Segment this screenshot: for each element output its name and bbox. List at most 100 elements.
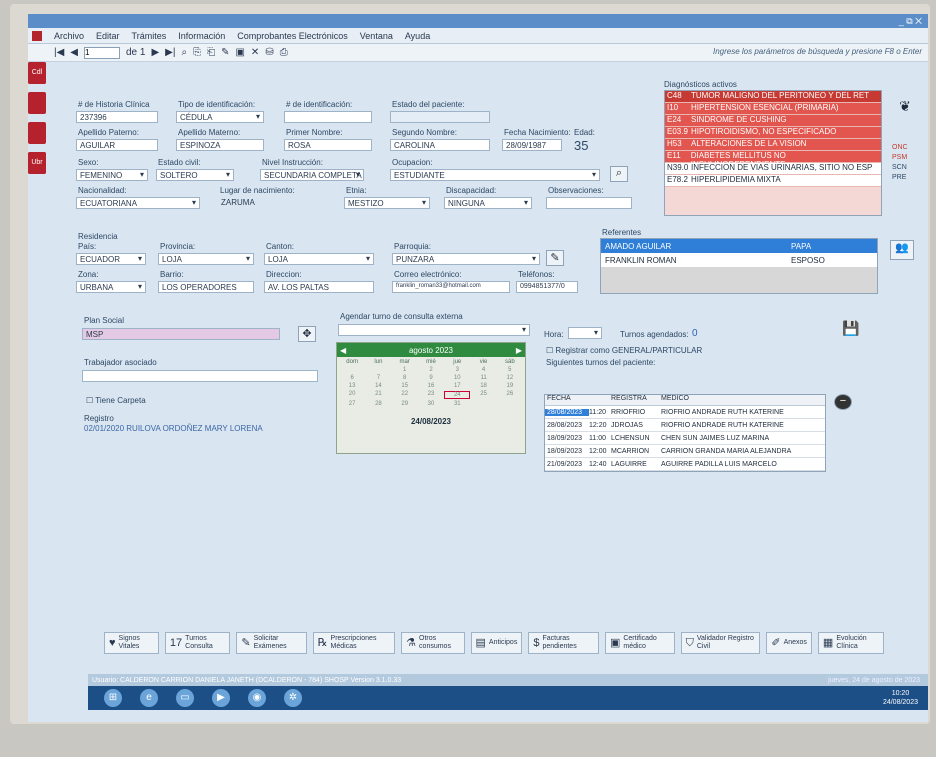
disc-select[interactable]: NINGUNA bbox=[444, 197, 532, 209]
table-row[interactable]: 18/09/2023 12:00 MCARRION CARRION GRANDA MA… bbox=[545, 445, 825, 458]
dx-row[interactable]: I10 HIPERTENSION ESENCIAL (PRIMARIA) bbox=[665, 103, 881, 115]
prescripcion-button[interactable]: ℞ Prescripciones Médicas bbox=[312, 632, 396, 654]
side-tab-2[interactable] bbox=[28, 92, 46, 114]
calendar-day[interactable]: 8 bbox=[392, 375, 418, 381]
num-id-field[interactable] bbox=[284, 111, 372, 123]
start-icon[interactable]: ⊞ bbox=[104, 689, 122, 707]
delete-icon[interactable]: ✕ bbox=[251, 47, 259, 58]
referente-row[interactable]: FRANKLIN ROMAN ESPOSO bbox=[601, 253, 877, 267]
dx-row[interactable]: E24 SINDROME DE CUSHING bbox=[665, 115, 881, 127]
fnac-field[interactable]: 28/09/1987 bbox=[502, 139, 562, 151]
edit-icon[interactable]: ✎ bbox=[221, 47, 229, 58]
calendar-day[interactable]: 30 bbox=[418, 401, 444, 407]
calendar-day[interactable]: 7 bbox=[365, 375, 391, 381]
lugar-field[interactable]: ZARUMA bbox=[218, 197, 314, 209]
anticipos-button[interactable]: ▤ Anticipos bbox=[470, 632, 523, 654]
tel-field[interactable]: 0994851377/0 bbox=[516, 281, 578, 293]
instr-select[interactable]: SECUNDARIA COMPLETA bbox=[260, 169, 364, 181]
menu-editar[interactable]: Editar bbox=[96, 31, 120, 41]
calendar-day[interactable]: 27 bbox=[339, 401, 365, 407]
side-tab-3[interactable] bbox=[28, 122, 46, 144]
calendar-day[interactable]: 24 bbox=[444, 391, 471, 399]
trab-field[interactable] bbox=[82, 370, 318, 382]
dx-row[interactable]: C48 TUMOR MALIGNO DEL PERITONEO Y DEL RET bbox=[665, 91, 881, 103]
window-controls[interactable]: _ ⧉ ✕ bbox=[899, 16, 922, 27]
turnos-table[interactable]: FECHA REGISTRA MEDICO 28/08/2023 11:20 RRI… bbox=[544, 394, 826, 472]
evolucion-button[interactable]: ▦ Evolución Clínica bbox=[817, 632, 884, 654]
calendar-day[interactable]: 3 bbox=[444, 367, 470, 373]
calendar-day[interactable]: 16 bbox=[418, 383, 444, 389]
sexo-select[interactable]: FEMENINO bbox=[76, 169, 148, 181]
dx-row[interactable]: H53 ALTERACIONES DE LA VISION bbox=[665, 139, 881, 151]
pais-select[interactable]: ECUADOR bbox=[76, 253, 146, 265]
general-checkbox[interactable]: ☐ Registrar como GENERAL/PARTICULAR bbox=[546, 346, 702, 355]
calendar-day[interactable] bbox=[365, 367, 391, 373]
calendar-day[interactable]: 6 bbox=[339, 375, 365, 381]
table-row[interactable]: 18/09/2023 11:00 LCHENSUN CHEN SUN JAIMES L… bbox=[545, 432, 825, 445]
calendar-day[interactable] bbox=[339, 367, 365, 373]
dx-row[interactable]: E11 DIABETES MELLITUS NO INSULINODEPENDIE… bbox=[665, 151, 881, 169]
calendar-day[interactable]: 12 bbox=[497, 375, 523, 381]
calendar-day[interactable]: 13 bbox=[339, 383, 365, 389]
ap-mat-field[interactable]: ESPINOZA bbox=[176, 139, 264, 151]
media-icon[interactable]: ▶ bbox=[212, 689, 230, 707]
plan-expand-button[interactable]: ✥ bbox=[298, 326, 316, 342]
calendar[interactable]: ◀ agosto 2023 ▶ dom lun mar mié jue vie sáb 12… bbox=[336, 342, 526, 454]
referente-row[interactable]: AMADO AGUILAR PAPA bbox=[601, 239, 877, 253]
calendar-day[interactable]: 15 bbox=[392, 383, 418, 389]
calendar-day[interactable]: 25 bbox=[470, 391, 496, 399]
referentes-list[interactable]: AMADO AGUILAR PAPA FRANKLIN ROMAN ESPOSO bbox=[600, 238, 878, 294]
lungs-icon[interactable]: ❦ bbox=[894, 98, 916, 118]
calendar-day[interactable]: 22 bbox=[392, 391, 418, 399]
signos-button[interactable]: ♥ Signos Vitales bbox=[104, 632, 159, 654]
menu-ayuda[interactable]: Ayuda bbox=[405, 31, 430, 41]
next-record-icon[interactable]: ▶ bbox=[151, 47, 159, 58]
menu-informacion[interactable]: Información bbox=[178, 31, 225, 41]
save-turno-button[interactable]: 💾 bbox=[840, 320, 862, 340]
obs-field[interactable] bbox=[546, 197, 632, 209]
calendar-day[interactable]: 23 bbox=[418, 391, 444, 399]
nombre1-field[interactable]: ROSA bbox=[284, 139, 372, 151]
prev-record-icon[interactable]: ◀ bbox=[70, 47, 78, 58]
estado-field[interactable] bbox=[390, 111, 490, 123]
chrome-icon[interactable]: ◉ bbox=[248, 689, 266, 707]
save-disk-icon[interactable]: ⛁ bbox=[265, 47, 273, 58]
zona-select[interactable]: URBANA bbox=[76, 281, 146, 293]
table-row[interactable]: 21/09/2023 12:40 LAGUIRRE AGUIRRE PADILLA L… bbox=[545, 458, 825, 471]
pre-label[interactable]: PRE bbox=[892, 174, 906, 181]
first-record-icon[interactable]: |◀ bbox=[54, 47, 64, 58]
pin-button[interactable]: ✎ bbox=[546, 250, 564, 266]
etnia-select[interactable]: MESTIZO bbox=[344, 197, 430, 209]
table-row[interactable]: 28/08/2023 12:20 JDROJAS RIOFRIO ANDRADE RU… bbox=[545, 419, 825, 432]
ocup-select[interactable]: ESTUDIANTE bbox=[390, 169, 600, 181]
calendar-day[interactable]: 26 bbox=[497, 391, 523, 399]
app-icon[interactable]: ✲ bbox=[284, 689, 302, 707]
calendar-day[interactable]: 17 bbox=[444, 383, 470, 389]
calendar-day[interactable]: 9 bbox=[418, 375, 444, 381]
menu-tramites[interactable]: Trámites bbox=[132, 31, 167, 41]
scn-label[interactable]: SCN bbox=[892, 164, 907, 171]
ap-pat-field[interactable]: AGUILAR bbox=[76, 139, 158, 151]
menu-archivo[interactable]: Archivo bbox=[54, 31, 84, 41]
table-row[interactable]: 28/08/2023 11:20 RRIOFRIO RIOFRIO ANDRADE R… bbox=[545, 406, 825, 419]
dir-field[interactable]: AV. LOS PALTAS bbox=[264, 281, 374, 293]
onc-label[interactable]: ONC bbox=[892, 144, 908, 151]
calendar-grid[interactable]: 1 2 3 4 5 6 7 8 9 10 11 12 13 14 15 16 17 18 19 20 21 22 23 24 2… bbox=[337, 367, 525, 407]
nombre2-field[interactable]: CAROLINA bbox=[390, 139, 490, 151]
validador-button[interactable]: ⛉ Validador Registro Civil bbox=[680, 632, 761, 654]
next-month-icon[interactable]: ▶ bbox=[516, 346, 522, 355]
calendar-day[interactable]: 18 bbox=[470, 383, 496, 389]
calendar-day[interactable] bbox=[497, 401, 523, 407]
print-icon[interactable]: ⎙ bbox=[280, 47, 288, 58]
ocup-search-button[interactable]: ⌕ bbox=[610, 166, 628, 182]
civil-select[interactable]: SOLTERO bbox=[156, 169, 234, 181]
last-record-icon[interactable]: ▶| bbox=[165, 47, 175, 58]
hc-field[interactable]: 237396 bbox=[76, 111, 158, 123]
calendar-day[interactable]: 10 bbox=[444, 375, 470, 381]
search-icon[interactable]: ⌕ bbox=[181, 47, 187, 58]
calendar-day[interactable]: 5 bbox=[497, 367, 523, 373]
canton-select[interactable]: LOJA bbox=[264, 253, 374, 265]
nac-select[interactable]: ECUATORIANA bbox=[76, 197, 200, 209]
prev-month-icon[interactable]: ◀ bbox=[340, 346, 346, 355]
calendar-day[interactable]: 19 bbox=[497, 383, 523, 389]
